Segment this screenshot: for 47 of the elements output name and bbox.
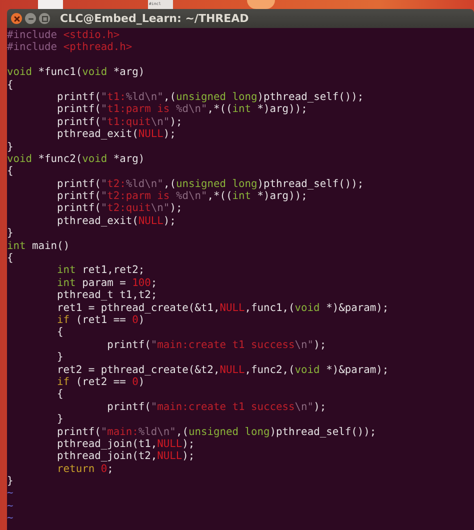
desktop-glow [247,0,275,9]
close-button[interactable] [11,13,22,24]
desktop-tile [38,0,63,9]
empty-line-marker: ~ [7,487,14,500]
code-line: pthread_exit(NULL); [56,128,177,141]
code-line: printf("main:create t1 success\n"); [106,338,328,352]
code-line: { [56,326,64,339]
empty-line-marker: ~ [7,512,14,525]
code-line: int ret1,ret2; [56,264,146,277]
code-line: printf("main:%ld\n",(unsigned long)pthread_self()); [56,426,378,438]
maximize-icon [40,14,48,22]
code-line: #include <stdio.h> [7,29,121,42]
code-line: { [7,78,14,91]
code-line: ret2 = pthread_create(&t2,NULL,func2,(void *)&param); [56,364,390,376]
maximize-button[interactable] [39,13,50,24]
code-line: printf("t1:%ld\n",(unsigned long)pthread_self()); [56,90,365,104]
code-line: pthread_join(t1,NULL); [56,438,196,450]
code-line: int main() [7,240,71,252]
code-line: } [56,351,64,364]
code-line: void *func1(void *arg) [7,66,146,79]
code-line: return 0; [56,462,114,476]
code-line: ret1 = pthread_create(&t1,NULL,func1,(void *)&param); [56,302,390,314]
code-line: printf("t2:%ld\n",(unsigned long)pthread_self()); [56,178,365,190]
code-line: printf("t1:parm is %d\n",*((int *)arg)); [56,103,308,116]
code-line: } [7,140,14,153]
code-line: printf("t2:quit\n"); [56,202,184,215]
code-line: if (ret2 == 0) [56,376,146,388]
code-line: pthread_t t1,t2; [56,289,158,302]
code-line: int param = 100; [56,276,158,290]
code-line: printf("t1:quit\n"); [56,116,184,128]
code-line: void *func2(void *arg) [7,152,146,166]
code-line: { [56,388,64,401]
window-title: CLC@Embed_Learn: ~/THREAD [60,12,249,25]
code-line: printf("t2:parm is %d\n",*((int *)arg)); [56,190,308,202]
code-line: } [56,413,64,426]
code-line: { [7,165,14,178]
code-line: } [7,475,14,488]
code-line: pthread_join(t2,NULL); [56,450,196,463]
code-line: printf("main:create t1 success\n"); [106,400,328,414]
code-line: { [7,252,14,264]
close-icon [12,14,20,22]
minimize-button[interactable] [25,13,36,24]
code-line: pthread_exit(NULL); [56,214,177,228]
code-line: } [7,227,14,240]
empty-line-marker: ~ [7,500,14,512]
code-line: #include <pthread.h> [7,41,134,54]
code-line: if (ret1 == 0) [56,314,146,326]
